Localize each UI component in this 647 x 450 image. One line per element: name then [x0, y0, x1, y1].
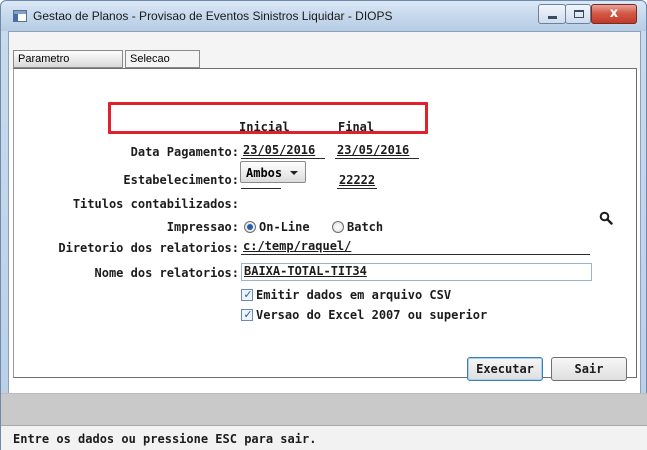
- highlight-box: [108, 102, 428, 134]
- close-icon: x: [609, 6, 619, 21]
- nome-label: Nome dos relatorios:: [94, 266, 240, 280]
- close-button[interactable]: x: [591, 4, 637, 24]
- radio-online[interactable]: [244, 221, 256, 233]
- estabelecimento-label: Estabelecimento:: [123, 173, 239, 187]
- excel-checkbox-label: Versao do Excel 2007 ou superior: [256, 308, 488, 322]
- execute-button[interactable]: Executar: [467, 357, 543, 381]
- radio-batch-label: Batch: [347, 220, 384, 234]
- maximize-icon: [574, 10, 584, 18]
- tab-selecao[interactable]: Selecao: [125, 50, 200, 68]
- chevron-down-icon: [290, 171, 298, 175]
- estabelecimento-final-input[interactable]: 22222: [337, 173, 377, 189]
- diretorio-label: Diretorio dos relatorios:: [58, 241, 239, 255]
- footer-band: [1, 393, 647, 425]
- data-pagamento-initial-input[interactable]: 23/05/2016: [241, 143, 325, 159]
- tab-strip: Parametro Selecao: [9, 32, 640, 70]
- client-area: Parametro Selecao Inicial Final Data Pag…: [8, 31, 641, 445]
- maximize-button[interactable]: [565, 4, 591, 24]
- check-icon: ✓: [243, 308, 253, 321]
- minimize-button[interactable]: [538, 4, 566, 24]
- radio-batch[interactable]: [332, 221, 344, 233]
- titulos-label: Titulos contabilizados:: [72, 197, 239, 211]
- nome-input[interactable]: BAIXA-TOTAL-TIT34: [241, 263, 592, 281]
- window-app-icon: [13, 10, 27, 22]
- titulos-select[interactable]: Ambos: [240, 161, 306, 183]
- app-window: Gestao de Planos - Provisao de Eventos S…: [0, 0, 647, 450]
- titulos-select-value: Ambos: [246, 166, 283, 180]
- minimize-icon: [548, 16, 557, 19]
- radio-online-label: On-Line: [259, 220, 310, 234]
- status-bar: Entre os dados ou pressione ESC para sai…: [1, 425, 647, 450]
- excel-checkbox[interactable]: ✓: [241, 308, 253, 321]
- csv-checkbox[interactable]: ✓: [241, 288, 253, 301]
- status-text: Entre os dados ou pressione ESC para sai…: [13, 432, 317, 446]
- data-pagamento-label: Data Pagamento:: [130, 145, 239, 159]
- tab-parametro[interactable]: Parametro: [13, 50, 123, 68]
- title-bar[interactable]: Gestao de Planos - Provisao de Eventos S…: [1, 1, 646, 31]
- exit-button[interactable]: Sair: [551, 357, 627, 381]
- window-title: Gestao de Planos - Provisao de Eventos S…: [33, 9, 393, 23]
- search-icon[interactable]: [599, 211, 613, 225]
- diretorio-input[interactable]: c:/temp/raquel/: [241, 239, 590, 255]
- impressao-label: Impressao:: [166, 220, 239, 234]
- check-icon: ✓: [243, 288, 253, 301]
- csv-checkbox-label: Emitir dados em arquivo CSV: [256, 288, 452, 302]
- data-pagamento-final-input[interactable]: 23/05/2016: [335, 143, 419, 159]
